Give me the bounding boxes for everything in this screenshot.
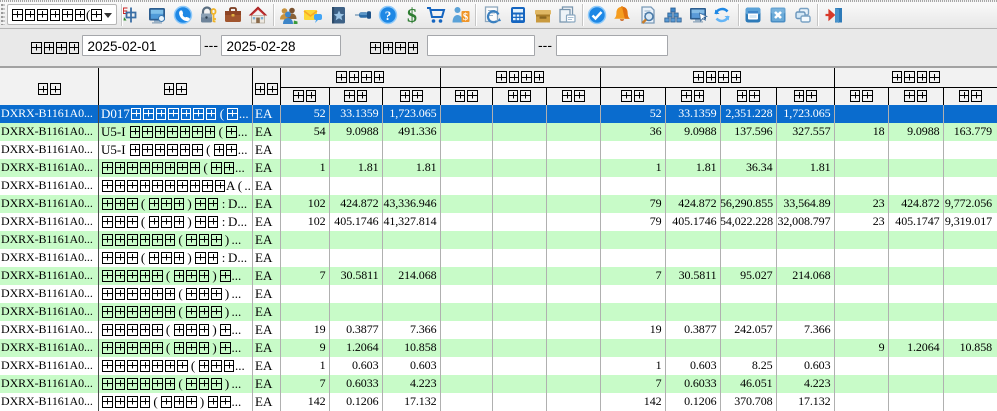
svg-text:?: ? bbox=[385, 8, 392, 23]
svg-text:$: $ bbox=[407, 5, 417, 25]
svg-text:$: $ bbox=[463, 12, 468, 23]
